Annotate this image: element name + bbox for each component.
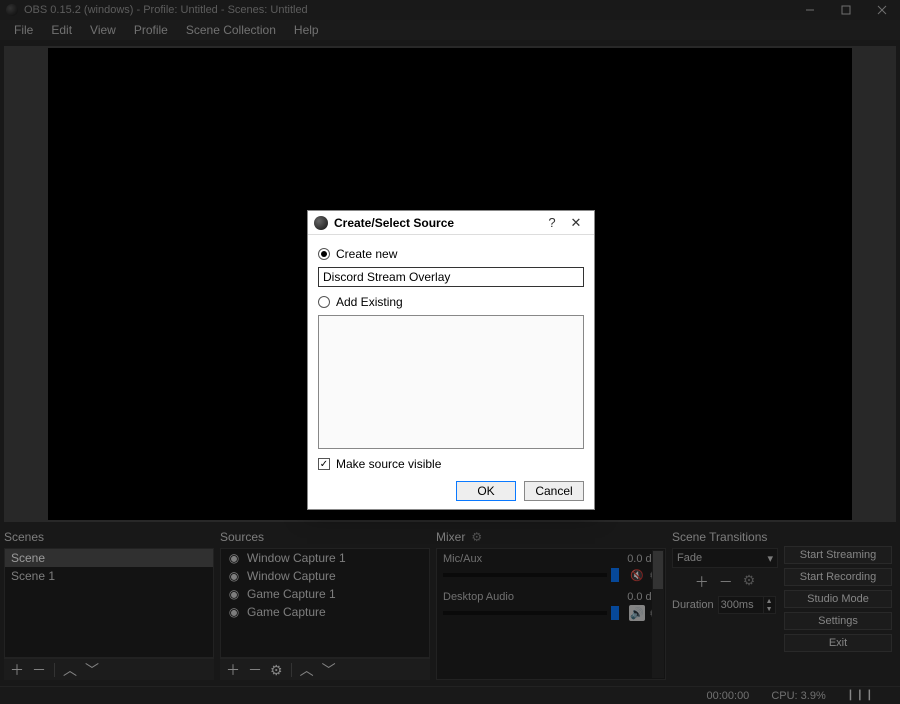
add-existing-label: Add Existing — [336, 295, 403, 309]
source-name-input[interactable] — [318, 267, 584, 287]
dialog-help-button[interactable]: ? — [540, 215, 564, 230]
create-new-radio-row[interactable]: Create new — [318, 247, 584, 261]
dialog-title-text: Create/Select Source — [334, 216, 454, 230]
make-visible-label: Make source visible — [336, 457, 441, 471]
cancel-button[interactable]: Cancel — [524, 481, 584, 501]
ok-button[interactable]: OK — [456, 481, 516, 501]
dialog-icon — [314, 216, 328, 230]
radio-icon — [318, 248, 330, 260]
dialog-titlebar: Create/Select Source ? ✕ — [308, 211, 594, 235]
create-select-source-dialog: Create/Select Source ? ✕ Create new Add … — [307, 210, 595, 510]
dialog-close-button[interactable]: ✕ — [564, 215, 588, 231]
create-new-label: Create new — [336, 247, 397, 261]
add-existing-radio-row[interactable]: Add Existing — [318, 295, 584, 309]
make-visible-checkbox-row[interactable]: ✓ Make source visible — [318, 457, 584, 471]
dialog-buttons: OK Cancel — [318, 481, 584, 501]
radio-icon — [318, 296, 330, 308]
checkbox-icon: ✓ — [318, 458, 330, 470]
existing-sources-list[interactable] — [318, 315, 584, 449]
dialog-body: Create new Add Existing ✓ Make source vi… — [308, 235, 594, 509]
